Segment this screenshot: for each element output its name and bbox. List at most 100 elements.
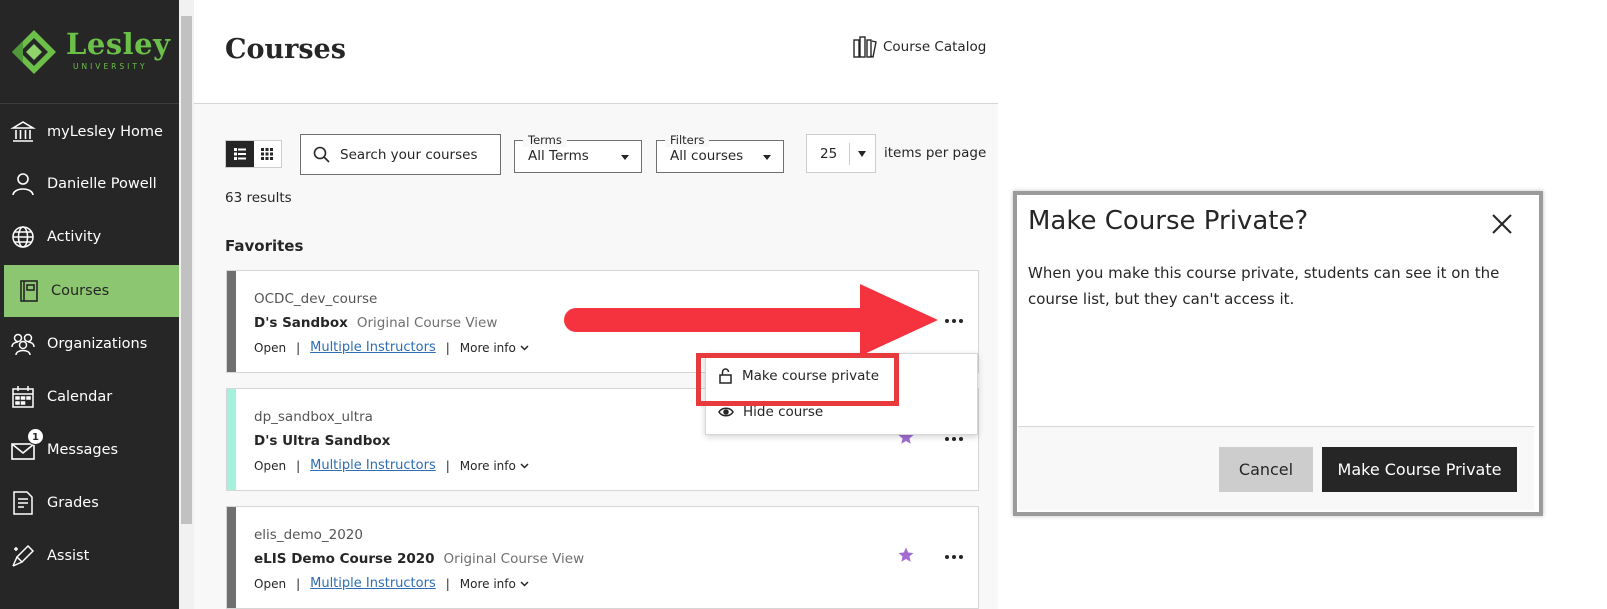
sidebar-item-profile[interactable]: Danielle Powell bbox=[0, 158, 179, 210]
chevron-down-icon bbox=[520, 580, 529, 587]
sidebar-item-grades[interactable]: Grades bbox=[0, 477, 179, 529]
lesley-logo-icon bbox=[12, 30, 56, 74]
course-options-button[interactable] bbox=[942, 311, 966, 331]
more-info-label: More info bbox=[459, 576, 516, 591]
course-color-stripe bbox=[227, 507, 236, 608]
message-count-badge: 1 bbox=[27, 428, 44, 445]
filters-legend: Filters bbox=[665, 133, 710, 147]
course-options-button[interactable] bbox=[942, 547, 966, 567]
more-info-toggle[interactable]: More info bbox=[460, 459, 529, 473]
course-meta: Open | Multiple Instructors | More info bbox=[254, 576, 529, 591]
terms-select[interactable]: Terms All Terms bbox=[514, 133, 642, 173]
course-name[interactable]: eLIS Demo Course 2020 bbox=[254, 551, 435, 567]
grid-view-button[interactable] bbox=[254, 141, 282, 167]
course-meta: Open | Multiple Instructors | More info bbox=[254, 458, 529, 473]
menu-item-hide-course[interactable]: Hide course bbox=[718, 404, 823, 420]
sidebar-item-assist[interactable]: Assist bbox=[0, 530, 179, 582]
group-icon bbox=[11, 333, 35, 356]
filters-value: All courses bbox=[670, 148, 744, 164]
course-meta: Open | Multiple Instructors | More info bbox=[254, 340, 529, 355]
sidebar-item-label: Assist bbox=[47, 548, 90, 564]
course-id: OCDC_dev_course bbox=[254, 291, 378, 307]
course-catalog-label: Course Catalog bbox=[883, 39, 987, 55]
more-info-toggle[interactable]: More info bbox=[460, 341, 529, 355]
dialog-footer: Cancel Make Course Private bbox=[1018, 426, 1534, 510]
sidebar-item-courses[interactable]: Courses bbox=[4, 265, 179, 317]
sidebar-item-label: Calendar bbox=[47, 389, 113, 405]
close-icon[interactable] bbox=[1488, 210, 1516, 238]
sidebar-item-activity[interactable]: Activity bbox=[0, 211, 179, 263]
instructors-link[interactable]: Multiple Instructors bbox=[310, 458, 436, 473]
course-view-type: Original Course View bbox=[356, 315, 498, 331]
chevron-down-icon bbox=[858, 151, 866, 157]
sidebar-item-label: Organizations bbox=[47, 336, 148, 352]
course-id: dp_sandbox_ultra bbox=[254, 409, 373, 425]
course-color-stripe bbox=[227, 389, 236, 490]
make-private-dialog: Make Course Private? When you make this … bbox=[1018, 196, 1534, 510]
favorite-star-icon[interactable] bbox=[897, 546, 915, 564]
divider: | bbox=[296, 458, 301, 473]
course-card[interactable]: elis_demo_2020 eLIS Demo Course 2020 Orig… bbox=[226, 506, 979, 609]
user-icon bbox=[12, 173, 34, 196]
book-icon bbox=[20, 280, 38, 302]
sidebar-item-label: Activity bbox=[47, 229, 102, 245]
divider: | bbox=[296, 340, 301, 355]
scrollbar-thumb[interactable] bbox=[181, 16, 192, 524]
course-view-type: Original Course View bbox=[443, 551, 585, 567]
more-info-label: More info bbox=[459, 340, 516, 355]
sidebar-item-label: myLesley Home bbox=[47, 124, 163, 140]
chevron-down-icon bbox=[520, 344, 529, 351]
chevron-down-icon bbox=[763, 155, 771, 160]
make-course-private-button[interactable]: Make Course Private bbox=[1322, 447, 1517, 492]
course-name[interactable]: D's Sandbox bbox=[254, 315, 348, 331]
sidebar-item-label: Grades bbox=[47, 495, 99, 511]
logo-subtitle: UNIVERSITY bbox=[73, 62, 148, 71]
instructors-link[interactable]: Multiple Instructors bbox=[310, 340, 436, 355]
annotation-highlight-box bbox=[696, 353, 899, 406]
list-view-icon bbox=[233, 148, 246, 160]
sidebar-item-organizations[interactable]: Organizations bbox=[0, 318, 179, 370]
sidebar-item-label: Courses bbox=[51, 283, 110, 299]
items-per-page-select[interactable]: 25 bbox=[806, 134, 876, 173]
course-name-row: eLIS Demo Course 2020 Original Course Vie… bbox=[254, 551, 584, 567]
grid-view-icon bbox=[261, 148, 274, 160]
more-info-label: More info bbox=[459, 458, 516, 473]
dialog-body: When you make this course private, stude… bbox=[1028, 264, 1500, 308]
terms-legend: Terms bbox=[523, 133, 567, 147]
divider: | bbox=[296, 576, 301, 591]
page-title: Courses bbox=[225, 34, 346, 65]
divider: | bbox=[445, 458, 450, 473]
filters-select[interactable]: Filters All courses bbox=[656, 133, 784, 173]
course-name[interactable]: D's Ultra Sandbox bbox=[254, 433, 390, 449]
assist-icon bbox=[12, 544, 35, 567]
course-status: Open bbox=[254, 340, 287, 355]
search-input[interactable] bbox=[340, 146, 490, 163]
catalog-icon bbox=[853, 36, 877, 58]
sidebar-item-calendar[interactable]: Calendar bbox=[0, 371, 179, 423]
globe-icon bbox=[12, 226, 34, 248]
eye-icon bbox=[718, 407, 734, 417]
course-status: Open bbox=[254, 576, 287, 591]
course-catalog-link[interactable]: Course Catalog bbox=[853, 36, 986, 58]
course-status: Open bbox=[254, 458, 287, 473]
menu-item-label: Hide course bbox=[743, 404, 824, 420]
instructors-link[interactable]: Multiple Instructors bbox=[310, 576, 436, 591]
dialog-title: Make Course Private? bbox=[1028, 206, 1309, 236]
sidebar-item-label: Messages bbox=[47, 442, 119, 458]
list-view-button[interactable] bbox=[226, 141, 254, 167]
results-count: 63 results bbox=[225, 190, 292, 206]
chevron-down-icon bbox=[520, 462, 529, 469]
course-name-row: D's Ultra Sandbox bbox=[254, 433, 390, 449]
annotation-arrow-icon bbox=[564, 284, 938, 356]
sidebar-item-home[interactable]: myLesley Home bbox=[0, 106, 179, 158]
course-id: elis_demo_2020 bbox=[254, 527, 363, 543]
cancel-button[interactable]: Cancel bbox=[1219, 447, 1313, 492]
sidebar-item-label: Danielle Powell bbox=[47, 176, 157, 192]
divider bbox=[849, 143, 850, 165]
institution-icon bbox=[10, 121, 36, 142]
search-icon bbox=[313, 146, 330, 163]
more-info-toggle[interactable]: More info bbox=[460, 577, 529, 591]
items-per-page-label: items per page bbox=[884, 145, 987, 161]
logo[interactable]: Lesley UNIVERSITY bbox=[0, 0, 179, 104]
sidebar-item-messages[interactable]: 1 Messages bbox=[0, 424, 179, 476]
